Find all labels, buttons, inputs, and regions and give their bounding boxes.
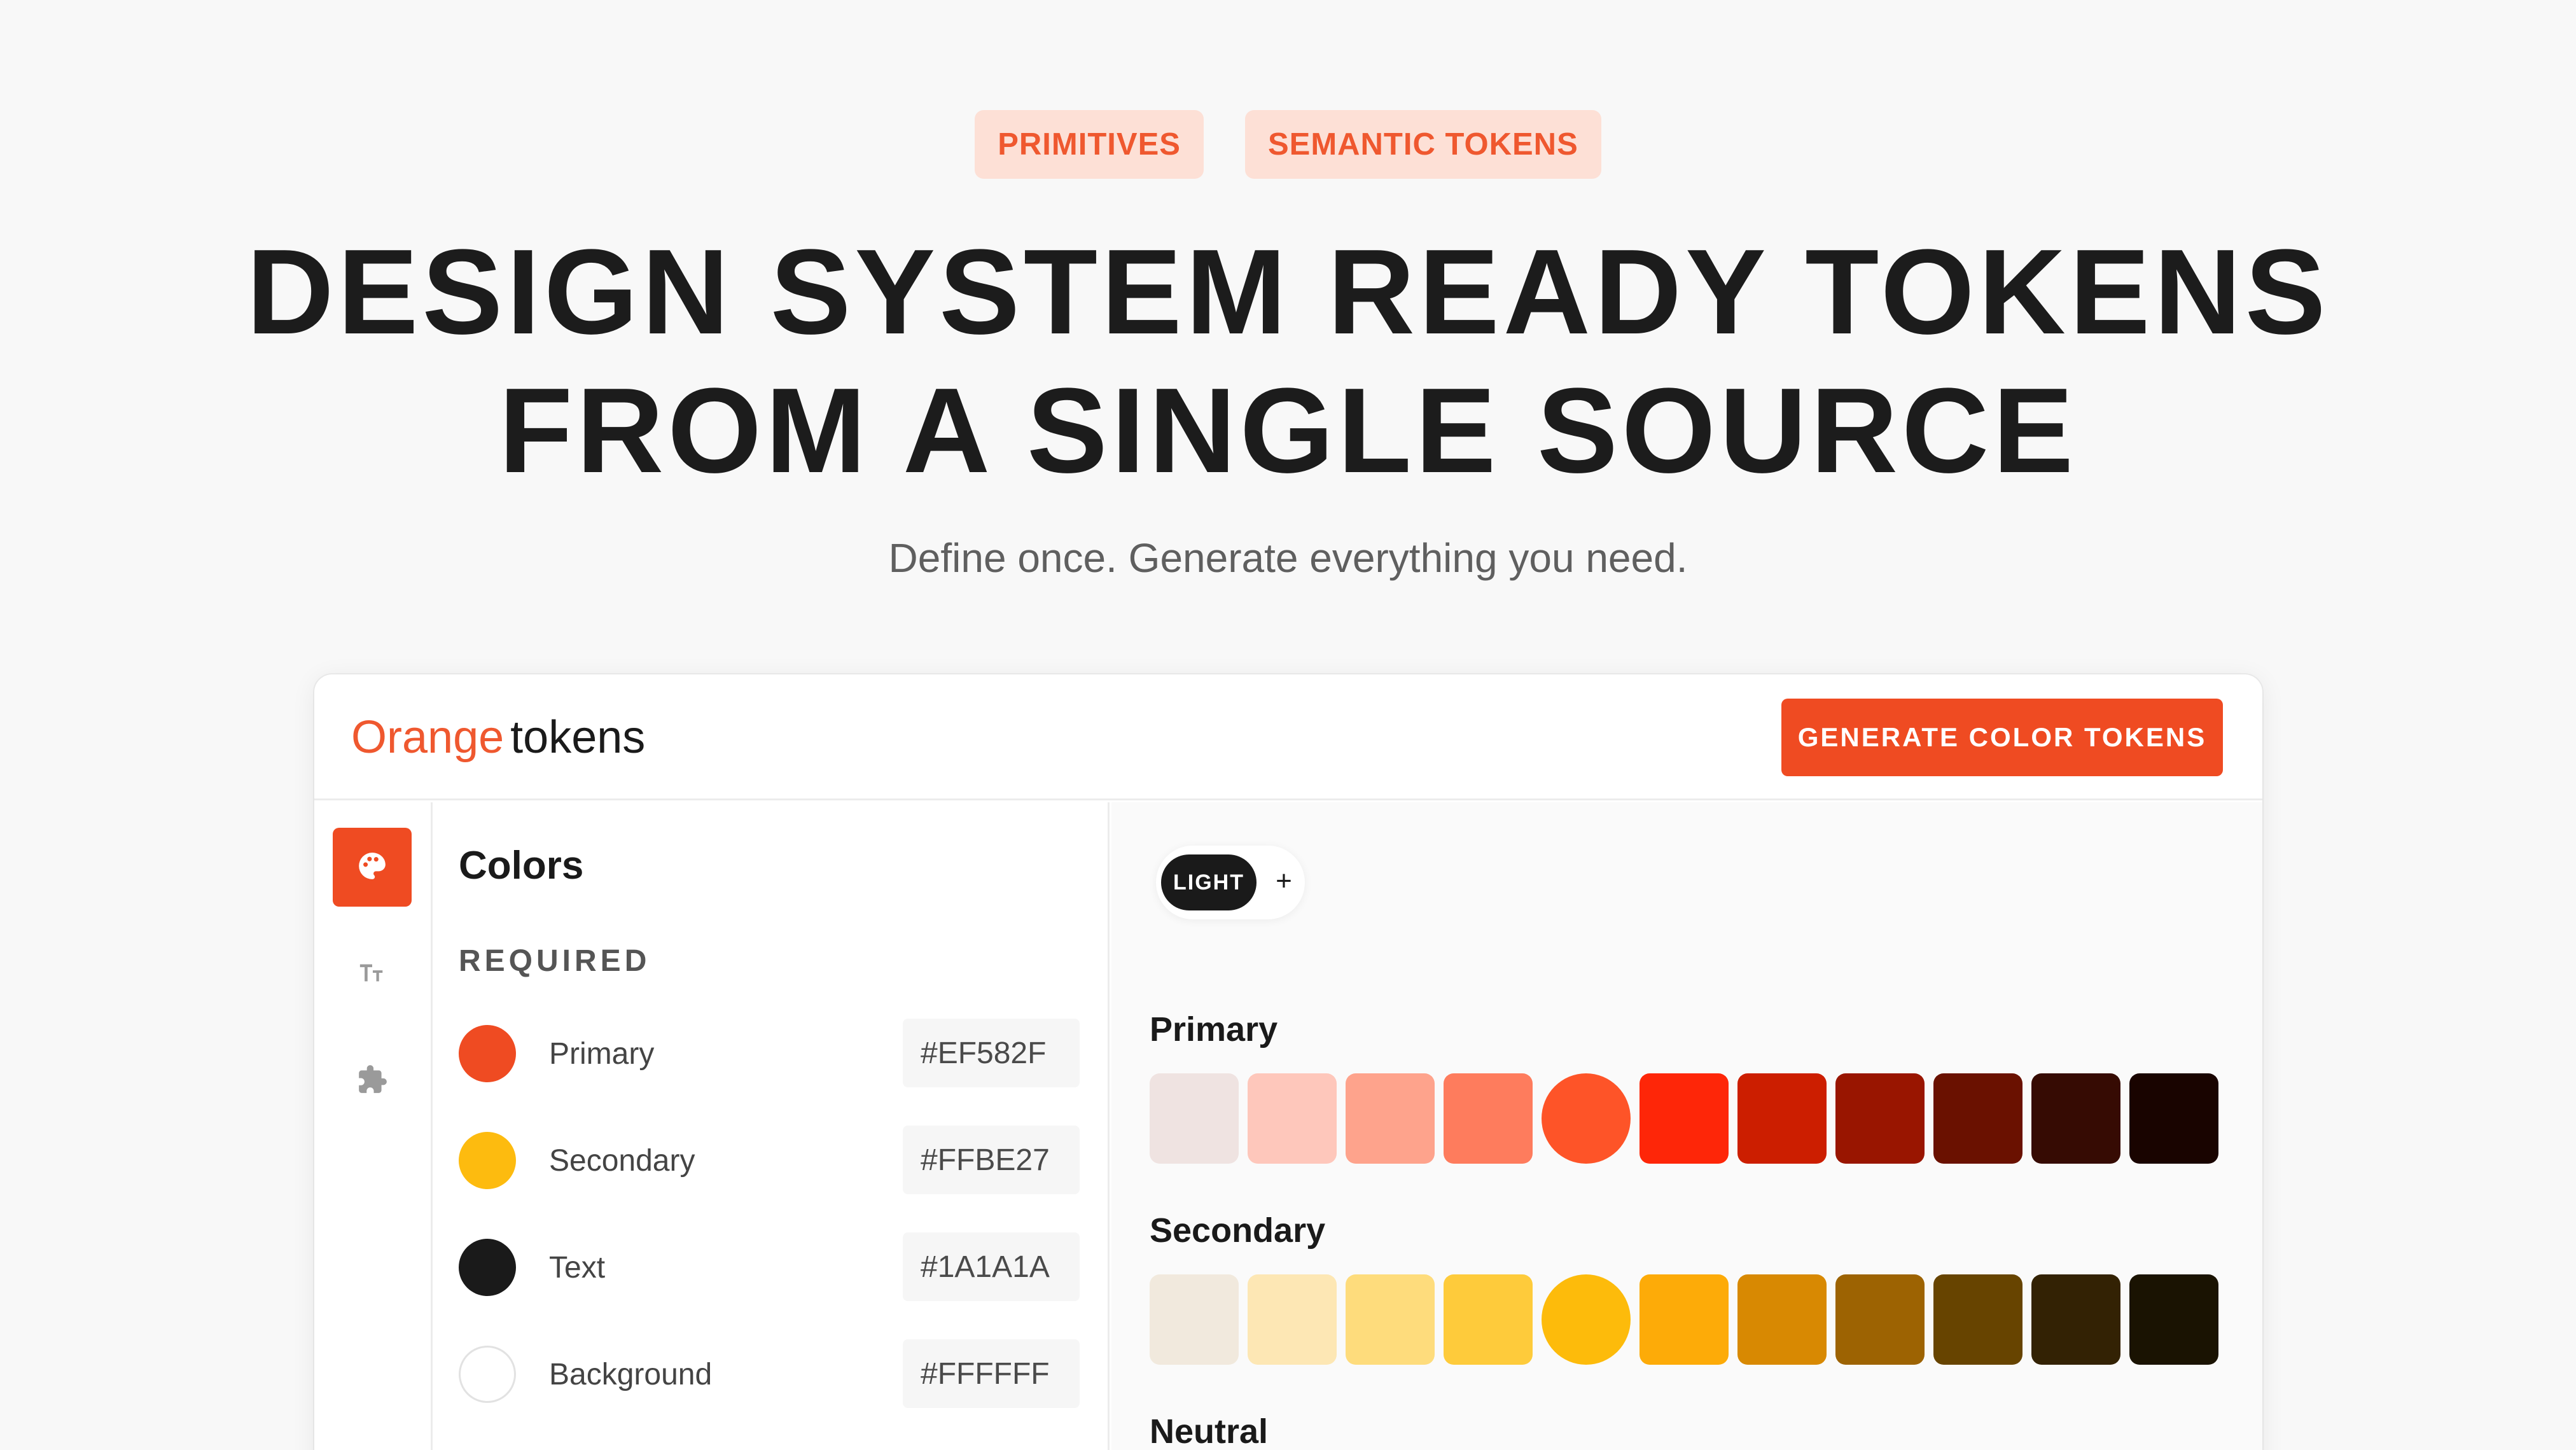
scale-title-primary: Primary [1150, 1010, 1278, 1049]
headline-line-1: DESIGN SYSTEM READY TOKENS [246, 225, 2330, 359]
palette-swatch[interactable] [1150, 1073, 1239, 1164]
color-row-text[interactable]: Text #1A1A1A [459, 1232, 1089, 1302]
palette-preview: LIGHT + Primary Secondary Neutral [1111, 802, 2262, 1450]
palette-swatch[interactable] [1346, 1274, 1435, 1365]
palette-swatch[interactable] [1640, 1274, 1729, 1365]
app-logo[interactable]: Orange tokens [351, 711, 645, 763]
rail-item-typography[interactable] [333, 935, 412, 1014]
headline-line-2: FROM A SINGLE SOURCE [499, 363, 2077, 498]
palette-swatch[interactable] [2129, 1274, 2218, 1365]
scale-title-neutral: Neutral [1150, 1412, 1269, 1450]
puzzle-icon [356, 1064, 388, 1099]
palette-swatch[interactable] [1346, 1073, 1435, 1164]
mode-light-tab[interactable]: LIGHT [1161, 854, 1257, 910]
color-name: Text [549, 1251, 606, 1285]
color-swatch[interactable] [459, 1132, 516, 1189]
palette-swatch[interactable] [1542, 1274, 1631, 1365]
typography-icon [358, 958, 387, 991]
pill-semantic-tokens[interactable]: SEMANTIC TOKENS [1244, 110, 1601, 179]
rail-item-colors[interactable] [333, 828, 412, 907]
hero-headline: DESIGN SYSTEM READY TOKENS FROM A SINGLE… [0, 223, 2576, 500]
palette-swatch[interactable] [2031, 1274, 2120, 1365]
rail-item-components[interactable] [333, 1042, 412, 1120]
palette-swatch[interactable] [1737, 1274, 1827, 1365]
landing-page: PRIMITIVES SEMANTIC TOKENS DESIGN SYSTEM… [0, 0, 2576, 1450]
palette-swatch[interactable] [1542, 1073, 1631, 1164]
hero-subhead: Define once. Generate everything you nee… [888, 535, 1688, 581]
palette-swatch[interactable] [1640, 1073, 1729, 1164]
palette-swatch[interactable] [1150, 1274, 1239, 1365]
palette-swatch[interactable] [1444, 1274, 1533, 1365]
palette-swatch[interactable] [2031, 1073, 2120, 1164]
color-swatch[interactable] [459, 1025, 516, 1082]
palette-swatch[interactable] [1444, 1073, 1533, 1164]
palette-swatch[interactable] [2129, 1073, 2218, 1164]
generate-color-tokens-button[interactable]: GENERATE COLOR TOKENS [1781, 699, 2223, 776]
scale-title-secondary: Secondary [1150, 1211, 1326, 1250]
palette-swatch[interactable] [1248, 1274, 1337, 1365]
palette-swatch[interactable] [1248, 1073, 1337, 1164]
scale-row-primary [1150, 1073, 2222, 1164]
logo-brand: Orange [351, 712, 505, 763]
panel-title: Colors [459, 844, 584, 888]
color-row-secondary[interactable]: Secondary #FFBE27 [459, 1126, 1089, 1196]
tool-rail [314, 802, 433, 1450]
color-row-background[interactable]: Background #FFFFFF [459, 1339, 1089, 1409]
color-name: Background [549, 1358, 713, 1391]
palette-swatch[interactable] [1933, 1274, 2023, 1365]
mode-switch: LIGHT + [1156, 846, 1305, 919]
section-label-required: REQUIRED [459, 944, 651, 978]
palette-swatch[interactable] [1835, 1274, 1925, 1365]
palette-swatch[interactable] [1933, 1073, 2023, 1164]
color-hex-input[interactable]: #1A1A1A [903, 1232, 1080, 1301]
colors-panel: Colors REQUIRED Primary #EF582F Secondar… [435, 802, 1110, 1450]
app-window: Orange tokens GENERATE COLOR TOKENS Colo… [314, 674, 2262, 1450]
color-hex-input[interactable]: #EF582F [903, 1019, 1080, 1087]
color-swatch[interactable] [459, 1346, 516, 1403]
color-row-primary[interactable]: Primary #EF582F [459, 1019, 1089, 1089]
add-mode-button[interactable]: + [1268, 862, 1300, 900]
palette-icon [356, 850, 388, 885]
palette-swatch[interactable] [1835, 1073, 1925, 1164]
feature-pills: PRIMITIVES SEMANTIC TOKENS [0, 110, 2576, 179]
palette-swatch[interactable] [1737, 1073, 1827, 1164]
scale-row-secondary [1150, 1274, 2222, 1365]
color-swatch[interactable] [459, 1239, 516, 1296]
color-hex-input[interactable]: #FFFFFF [903, 1339, 1080, 1408]
color-hex-input[interactable]: #FFBE27 [903, 1126, 1080, 1194]
app-topbar: Orange tokens GENERATE COLOR TOKENS [314, 674, 2262, 800]
color-name: Secondary [549, 1144, 695, 1178]
color-name: Primary [549, 1037, 655, 1071]
logo-suffix: tokens [510, 712, 646, 763]
pill-primitives[interactable]: PRIMITIVES [975, 110, 1204, 179]
